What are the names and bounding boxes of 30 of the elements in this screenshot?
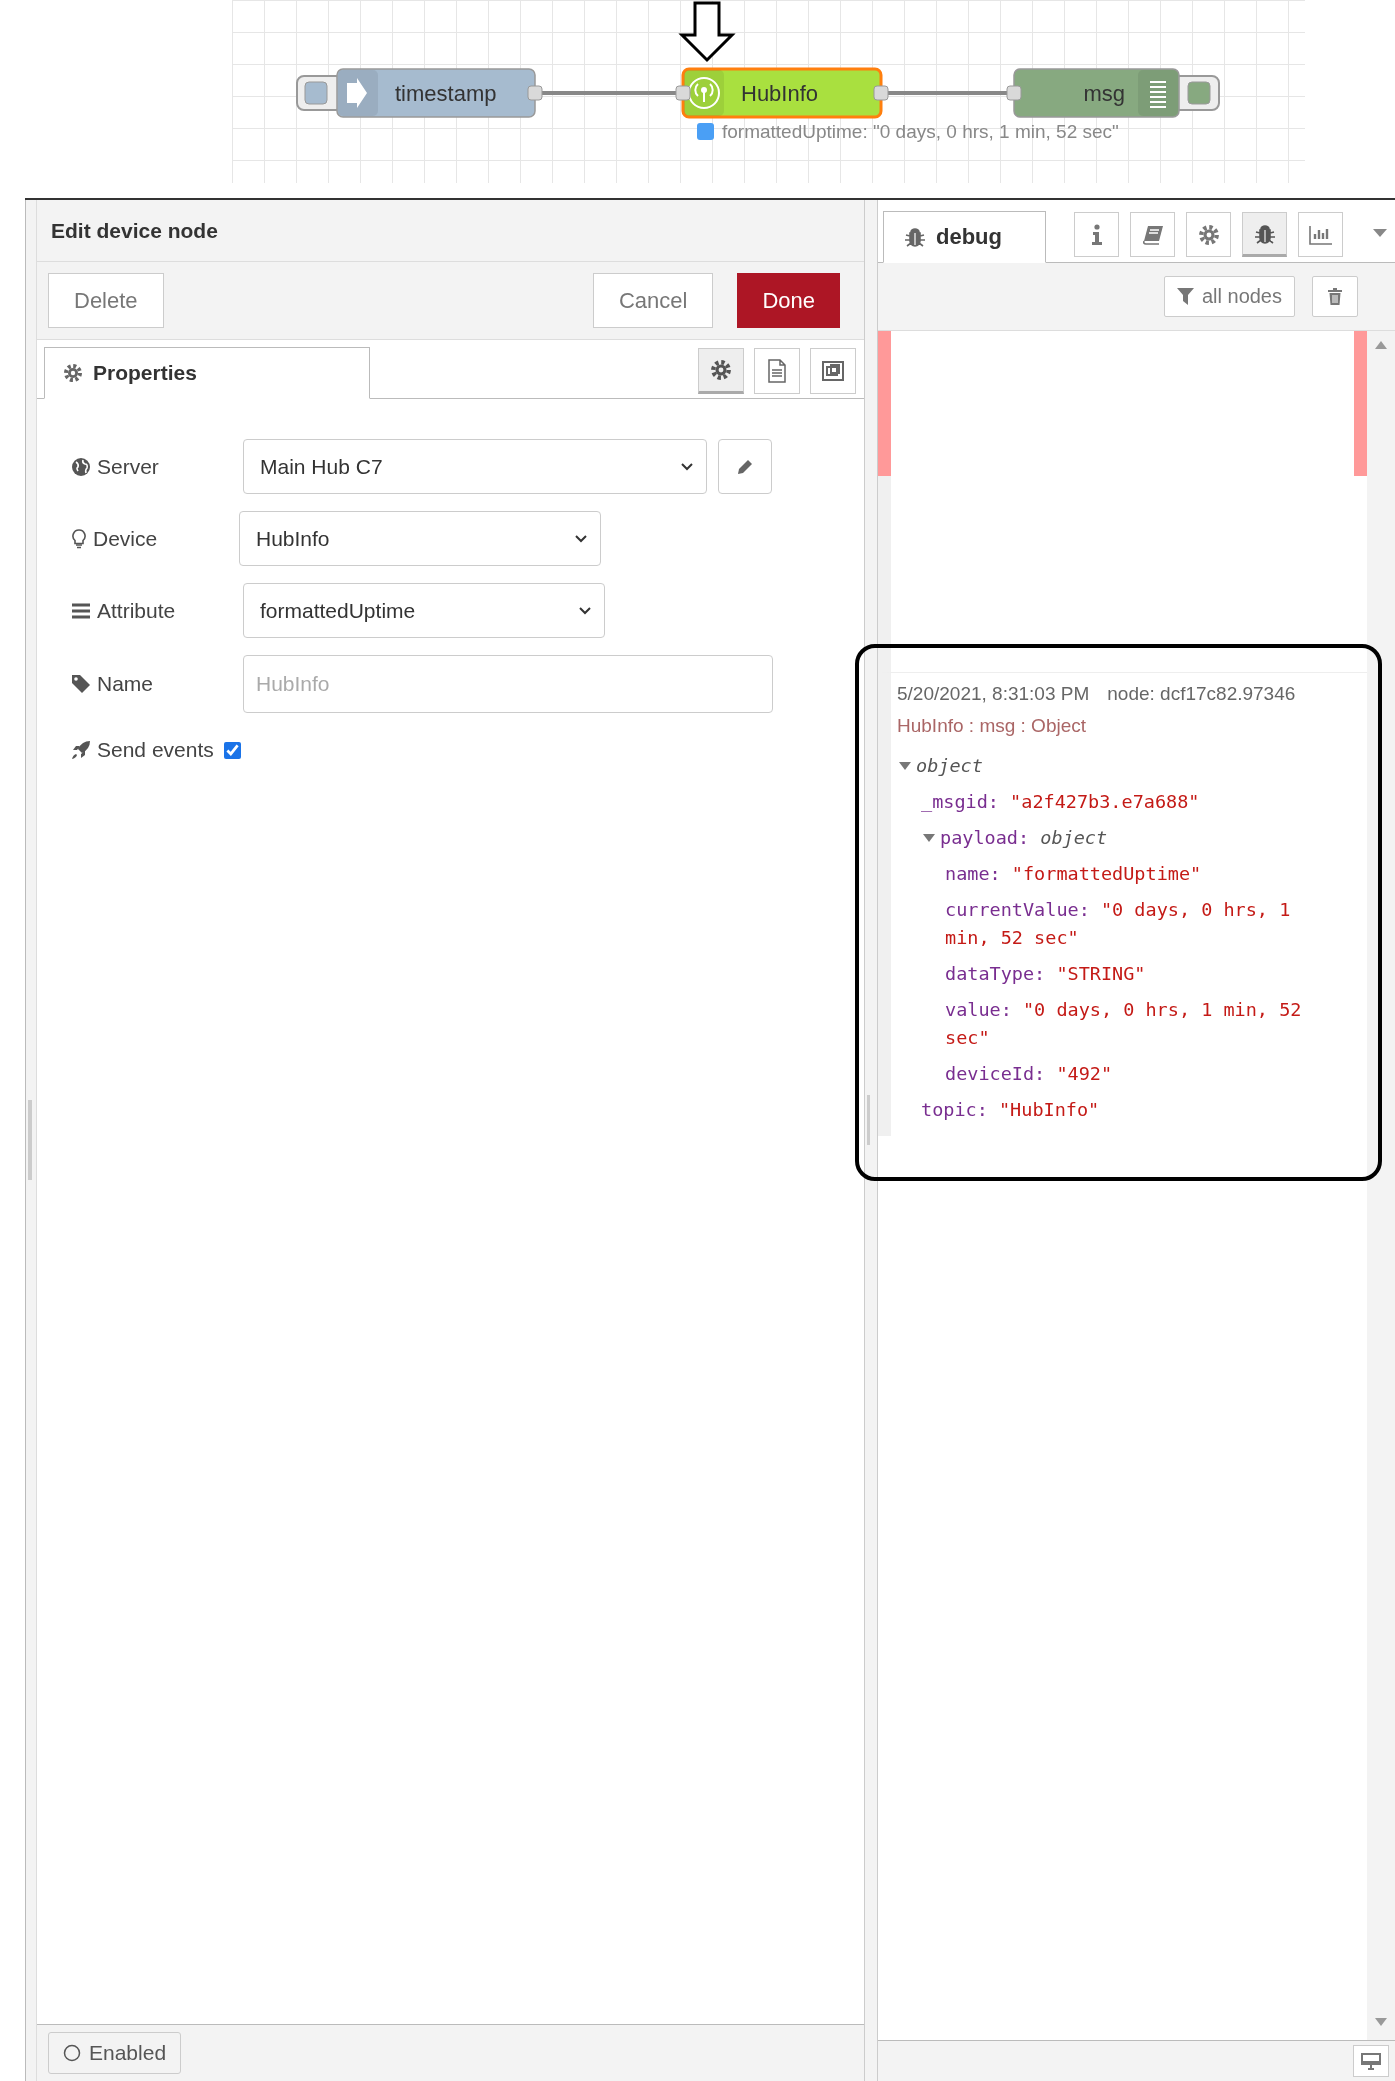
property-line: payload: object	[940, 826, 1108, 850]
property-line: currentValue: "0 days, 0 hrs, 1 min, 52 sec"	[945, 898, 1292, 950]
message-node-id: node: dcf17c82.97346	[1107, 683, 1296, 705]
select-field[interactable]: formattedUptime	[243, 583, 605, 638]
property-line: _msgid: "a2f427b3.e7a688"	[921, 790, 1200, 814]
panel-title: Edit device node	[51, 218, 218, 243]
property-line: topic: "HubInfo"	[921, 1098, 1100, 1122]
name-input[interactable]: HubInfo	[243, 655, 773, 713]
done-button[interactable]: Done	[737, 273, 840, 328]
object-type: object	[916, 754, 983, 778]
property-line: dataType: "STRING"	[945, 962, 1146, 986]
select-field[interactable]: Main Hub C7	[243, 439, 707, 494]
field-label: Name	[97, 672, 155, 696]
cancel-button[interactable]: Cancel	[592, 273, 714, 328]
property-line: deviceId: "492"	[945, 1062, 1113, 1086]
enabled-toggle[interactable]: Enabled	[48, 2032, 182, 2074]
message-header: HubInfo : msg : Object	[897, 715, 1088, 737]
node-status: formattedUptime: "0 days, 0 hrs, 1 min, 52 sec"	[722, 121, 1119, 142]
field-label: Send events	[97, 738, 214, 762]
message-timestamp: 5/20/2021, 8:31:03 PM	[897, 683, 1090, 705]
field-label: Attribute	[97, 598, 177, 623]
delete-button[interactable]: Delete	[48, 273, 164, 328]
filter-button[interactable]: all nodes	[1163, 276, 1295, 317]
property-line: name: "formattedUptime"	[945, 862, 1202, 886]
property-line: value: "0 days, 0 hrs, 1 min, 52 sec"	[945, 998, 1303, 1050]
field-label: Device	[93, 526, 159, 551]
select-field[interactable]: HubInfo	[239, 511, 601, 566]
debug-tab[interactable]: debug	[883, 211, 1046, 263]
properties-tab[interactable]: Properties	[44, 347, 370, 399]
field-label: Server	[97, 454, 160, 479]
